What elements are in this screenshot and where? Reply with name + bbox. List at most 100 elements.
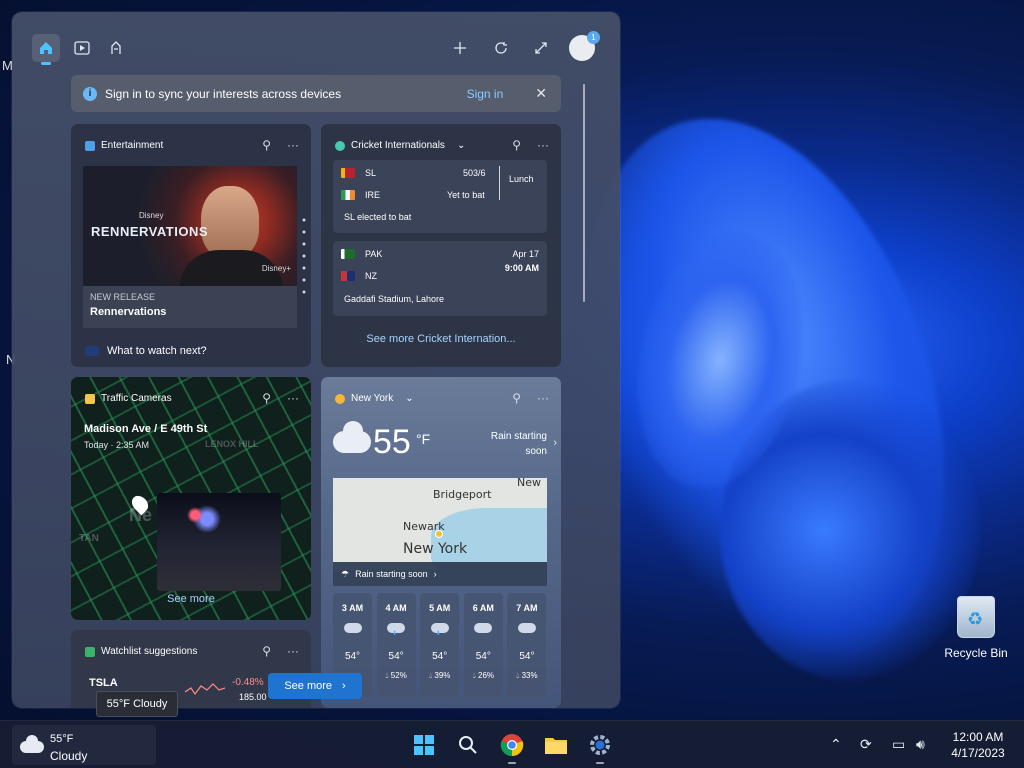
watch-next-link[interactable]: What to watch next?	[85, 345, 207, 357]
pin-icon[interactable]: ⚲	[262, 391, 271, 405]
more-options-icon[interactable]: ···	[287, 138, 299, 152]
sync-icon[interactable]: ⟳	[860, 736, 872, 753]
map-banner[interactable]: ☂ Rain starting soon ›	[333, 562, 547, 586]
chevron-up-icon[interactable]: ⌃	[830, 736, 842, 753]
more-options-icon[interactable]: ···	[287, 391, 299, 405]
chrome-taskbar-button[interactable]	[496, 729, 528, 764]
umbrella-icon: ☂	[341, 568, 350, 579]
camera-snapshot[interactable]	[157, 493, 281, 591]
video-tab[interactable]	[68, 34, 96, 62]
games-tab[interactable]	[102, 34, 130, 62]
precipitation-map[interactable]: Bridgeport New Newark New York ☂ Rain st…	[333, 478, 547, 586]
carousel-dots[interactable]	[302, 217, 306, 301]
more-options-icon[interactable]: ···	[287, 644, 299, 658]
see-more-button[interactable]: See more ›	[268, 673, 362, 699]
hourly-precip-value: 26%	[478, 671, 495, 680]
info-icon: i	[83, 86, 97, 101]
camera-location: Madison Ave / E 49th St	[84, 423, 208, 435]
see-more-label: See more	[284, 680, 333, 692]
card-header: Traffic Cameras	[85, 393, 172, 404]
file-explorer-button[interactable]	[540, 729, 572, 761]
match-note: SL elected to bat	[344, 212, 412, 222]
disney-icon	[85, 346, 99, 356]
settings-button[interactable]	[584, 729, 616, 764]
match-upcoming[interactable]: PAK NZ Apr 17 9:00 AM Gaddafi Stadium, L…	[333, 241, 547, 316]
chevron-right-icon[interactable]: ›	[553, 437, 557, 449]
system-clock[interactable]: 12:00 AM 4/17/2023	[940, 729, 1016, 761]
network-icon[interactable]: ▭	[892, 736, 905, 753]
expand-button[interactable]	[527, 34, 555, 62]
pin-icon[interactable]: ⚲	[512, 391, 521, 405]
rain-alert[interactable]: Rain starting soon	[491, 429, 547, 459]
hourly-time: 5 AM	[429, 603, 451, 613]
card-actions: ⚲ ···	[512, 391, 549, 405]
match-venue: Gaddafi Stadium, Lahore	[344, 294, 445, 304]
folder-icon	[545, 738, 567, 754]
hourly-tile[interactable]: 5 AM 54° 💧︎ 39%	[420, 593, 460, 697]
weather-card[interactable]: New York ⌄ ⚲ ··· 55 °F Rain starting soo…	[321, 377, 561, 708]
match-state: Lunch	[509, 174, 534, 184]
see-more-traffic-link[interactable]: See more	[71, 593, 311, 605]
taskbar-weather-condition: Cloudy	[50, 749, 88, 763]
home-icon	[40, 42, 52, 54]
refresh-icon	[495, 42, 507, 54]
more-options-icon[interactable]: ···	[537, 138, 549, 152]
team-row: SL	[341, 168, 376, 178]
hourly-tile[interactable]: 7 AM 54° 💧︎ 33%	[507, 593, 547, 697]
card-title: Entertainment	[101, 140, 164, 151]
hourly-precip-value: 52%	[390, 671, 407, 680]
refresh-button[interactable]	[487, 34, 515, 62]
traffic-card[interactable]: Traffic Cameras ⚲ ··· Madison Ave / E 49…	[71, 377, 311, 620]
clock-time: 12:00 AM	[952, 730, 1004, 744]
widgets-toolbar: 1	[12, 12, 620, 76]
pin-icon[interactable]: ⚲	[262, 644, 271, 658]
start-button[interactable]	[408, 729, 440, 761]
taskbar-weather-widget[interactable]: 55°F Cloudy	[12, 725, 156, 765]
recycle-bin-icon: ♻	[957, 596, 995, 638]
match-date: Apr 17	[512, 249, 539, 259]
video-icon	[74, 41, 90, 55]
more-options-icon[interactable]: ···	[537, 391, 549, 405]
current-temp: 55	[373, 423, 411, 461]
partly-cloudy-icon	[335, 393, 345, 404]
pin-icon[interactable]: ⚲	[512, 138, 521, 152]
recycle-bin[interactable]: ♻ Recycle Bin	[940, 596, 1012, 660]
add-widget-button[interactable]	[446, 34, 474, 62]
cloud-icon	[474, 623, 493, 633]
poster-image[interactable]: Disney RENNERVATIONS Disney+	[83, 166, 297, 286]
flag-icon	[341, 168, 355, 178]
card-title: Watchlist suggestions	[101, 646, 198, 657]
hourly-temp: 54°	[432, 651, 448, 662]
search-icon	[459, 736, 477, 754]
story-meta[interactable]: NEW RELEASE Rennervations	[83, 286, 297, 328]
see-more-cricket-link[interactable]: See more Cricket Internation...	[321, 333, 561, 345]
trend-up-icon	[85, 646, 95, 657]
windows-icon	[414, 735, 434, 755]
volume-icon[interactable]: 🔊︎	[916, 736, 925, 753]
card-title: Cricket Internationals	[351, 140, 445, 151]
hourly-time: 6 AM	[472, 603, 494, 613]
chevron-down-icon[interactable]: ⌄	[405, 393, 413, 404]
map-label: New York	[403, 541, 468, 557]
signin-message: Sign in to sync your interests across de…	[105, 86, 342, 101]
chevron-right-icon: ›	[433, 569, 437, 579]
hourly-precip: 💧︎ 33%	[516, 671, 538, 680]
close-icon[interactable]: ✕	[535, 85, 547, 102]
hourly-tile[interactable]: 4 AM 54° 💧︎ 52%	[376, 593, 416, 697]
chevron-down-icon[interactable]: ⌄	[457, 140, 465, 151]
expand-icon	[535, 42, 547, 54]
scrollbar[interactable]	[583, 84, 585, 302]
match-live[interactable]: SL 503/6 IRE Yet to bat Lunch SL elected…	[333, 160, 547, 233]
weather-tooltip: 55°F Cloudy	[96, 691, 178, 717]
home-tab[interactable]	[32, 34, 60, 65]
cricket-card[interactable]: Cricket Internationals ⌄ ⚲ ··· SL 503/6 …	[321, 124, 561, 367]
pin-icon[interactable]: ⚲	[262, 138, 271, 152]
team-row: IRE	[341, 190, 380, 200]
cloud-icon	[333, 421, 371, 453]
clock-date: 4/17/2023	[951, 746, 1005, 760]
entertainment-card[interactable]: Entertainment ⚲ ··· Disney RENNERVATIONS…	[71, 124, 311, 367]
search-button[interactable]	[452, 729, 484, 761]
hourly-tile[interactable]: 6 AM 54° 💧︎ 26%	[463, 593, 503, 697]
hourly-temp: 54°	[344, 651, 361, 662]
signin-link[interactable]: Sign in	[467, 87, 504, 101]
